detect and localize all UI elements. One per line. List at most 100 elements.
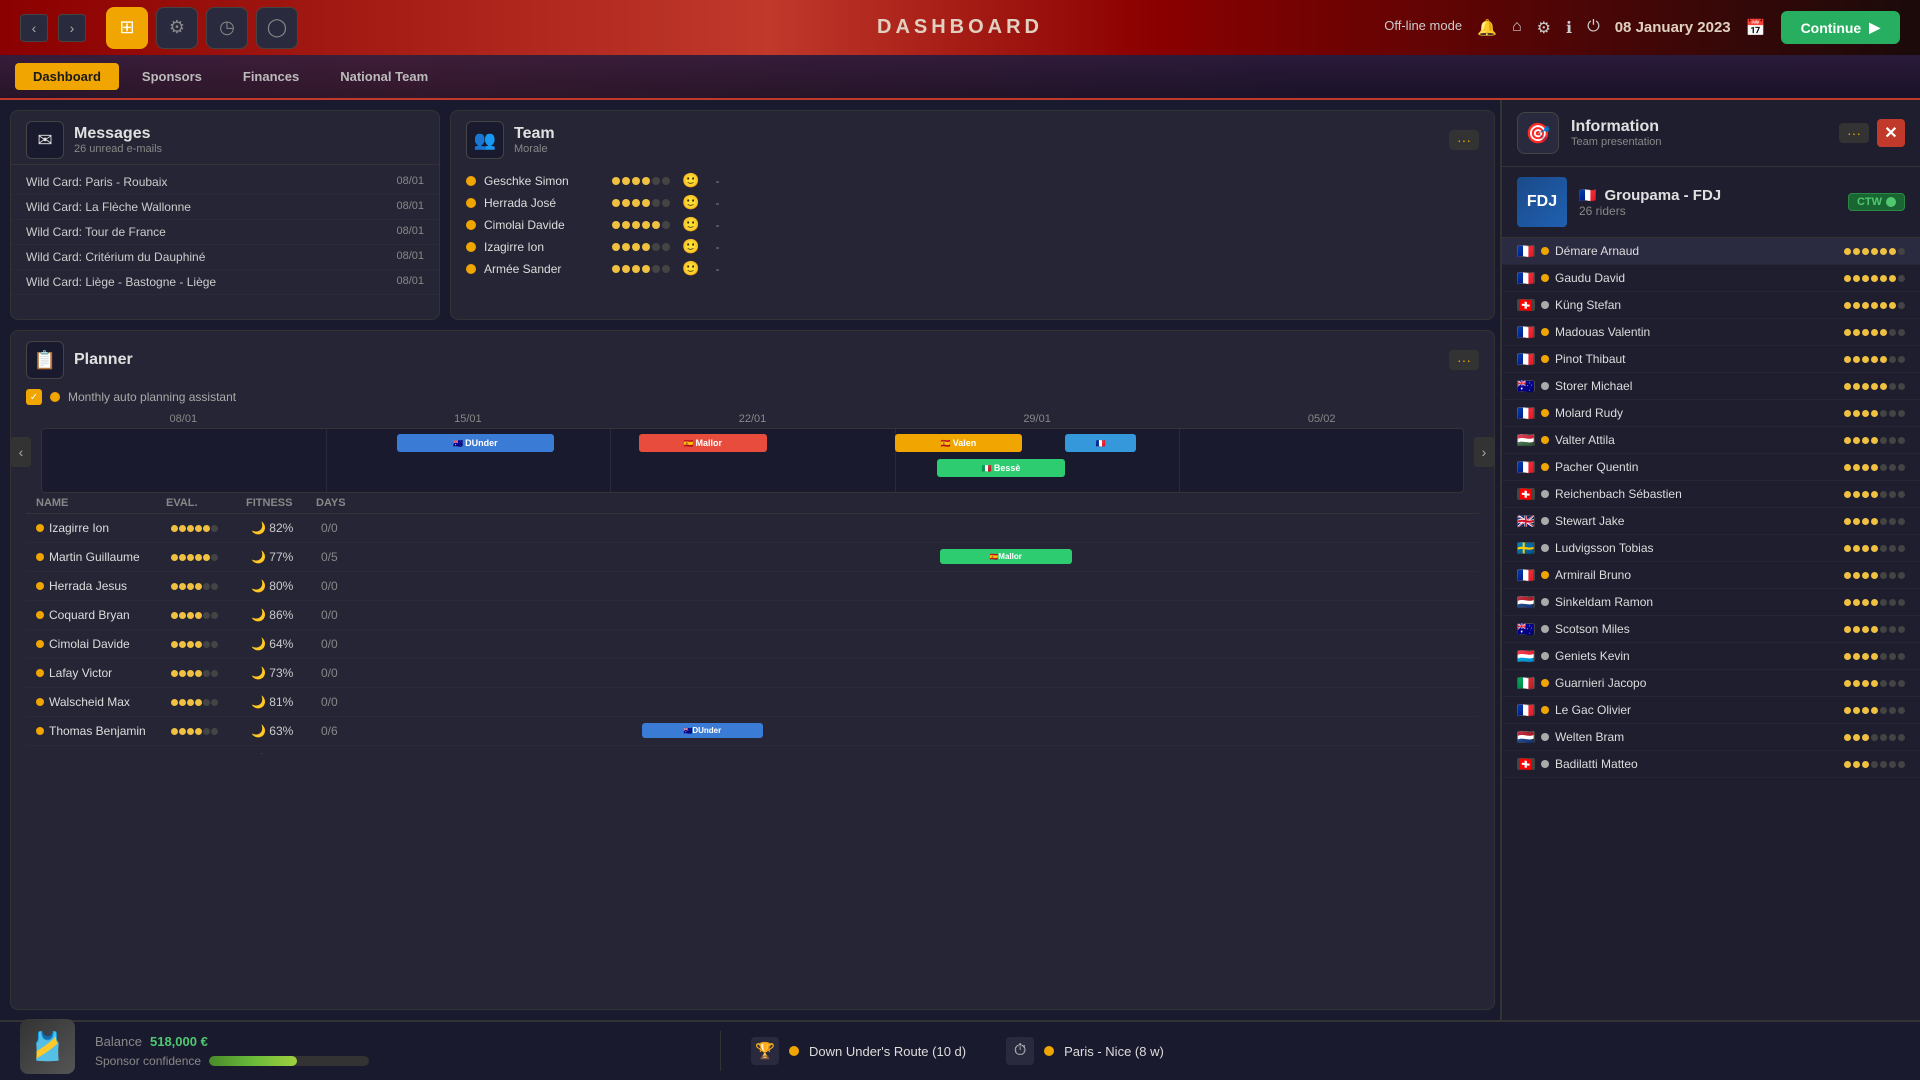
rider-days: 0/0: [321, 521, 366, 535]
morale-value: -: [715, 218, 719, 232]
list-item[interactable]: 🇭🇺 Valter Attila: [1502, 427, 1920, 454]
list-item[interactable]: 🇸🇪 Ludvigsson Tobias: [1502, 535, 1920, 562]
list-item[interactable]: 🇫🇷 Gaudu David: [1502, 265, 1920, 292]
page-title: DASHBOARD: [877, 16, 1043, 39]
list-item[interactable]: 🇨🇭 Küng Stefan: [1502, 292, 1920, 319]
list-item[interactable]: Wild Card: Paris - Roubaix 08/01: [11, 170, 439, 195]
table-row[interactable]: Geschke Simon 🌙 88% 0/0: [26, 746, 1479, 754]
rider-fitness: 🌙 82%: [251, 521, 321, 535]
table-row[interactable]: Thomas Benjamin 🌙 63% 0/6 🇦🇺DUnder: [26, 717, 1479, 746]
bell-icon[interactable]: 🔔: [1477, 18, 1497, 38]
timeline-nav-right[interactable]: ›: [1474, 437, 1494, 467]
nav-icons: ⊞ ⚙ ◷ ◯: [106, 7, 298, 49]
info-icon[interactable]: ℹ: [1566, 18, 1572, 38]
list-item[interactable]: 🇦🇺 Storer Michael: [1502, 373, 1920, 400]
rider-status-dot: [466, 220, 476, 230]
table-row[interactable]: Lafay Victor 🌙 73% 0/0: [26, 659, 1479, 688]
timeline-nav-left[interactable]: ‹: [11, 437, 31, 467]
table-row[interactable]: Izagirre Ion 🌙 82% 0/0: [26, 514, 1479, 543]
flag-icon: 🇮🇹: [1517, 677, 1535, 689]
rider-name: Walscheid Max: [49, 695, 171, 709]
riders-list[interactable]: 🇫🇷 Démare Arnaud 🇫🇷 Gaudu David 🇨🇭 Küng …: [1502, 238, 1920, 1020]
table-row[interactable]: Herrada Jesus 🌙 80% 0/0: [26, 572, 1479, 601]
list-item[interactable]: 🇫🇷 Démare Arnaud: [1502, 238, 1920, 265]
list-item[interactable]: 🇨🇭 Reichenbach Sébastien: [1502, 481, 1920, 508]
race1-text: Down Under's Route (10 d): [809, 1044, 966, 1059]
rider-schedule: [366, 604, 1469, 626]
table-row[interactable]: Cimolai Davide 🌙 64% 0/0: [26, 630, 1479, 659]
race2-text: Paris - Nice (8 w): [1064, 1044, 1164, 1059]
morale-value: -: [715, 262, 719, 276]
rider-eval: [171, 641, 251, 648]
race-info-2[interactable]: ⏱ Paris - Nice (8 w): [1006, 1037, 1164, 1065]
list-item[interactable]: 🇨🇭 Badilatti Matteo: [1502, 751, 1920, 778]
rider-status-dot: [1541, 544, 1549, 552]
table-row[interactable]: Coquard Bryan 🌙 86% 0/0: [26, 601, 1479, 630]
info-more-button[interactable]: ···: [1839, 123, 1869, 143]
race-info-1[interactable]: 🏆 Down Under's Route (10 d): [751, 1037, 966, 1065]
tab-sponsors[interactable]: Sponsors: [124, 63, 220, 90]
rider-days: 0/0: [321, 753, 366, 754]
rider-eval: [171, 699, 251, 706]
home-icon[interactable]: ⌂: [1512, 18, 1522, 38]
continue-button[interactable]: Continue ▶: [1781, 11, 1900, 44]
rider-eval: [171, 554, 251, 561]
flag-icon: 🇨🇭: [1517, 758, 1535, 770]
list-item[interactable]: 🇦🇺 Scotson Miles: [1502, 616, 1920, 643]
list-item[interactable]: 🇳🇱 Sinkeldam Ramon: [1502, 589, 1920, 616]
world-nav-icon[interactable]: ◯: [256, 7, 298, 49]
list-item[interactable]: 🇮🇹 Guarnieri Jacopo: [1502, 670, 1920, 697]
rider-rating: [1844, 383, 1905, 390]
timeline-dates: 08/01 15/01 22/01 29/01 05/02: [41, 410, 1464, 428]
list-item[interactable]: Wild Card: Critérium du Dauphiné 08/01: [11, 245, 439, 270]
dashboard-nav-icon[interactable]: ⊞: [106, 7, 148, 49]
calendar-icon[interactable]: 📅: [1746, 18, 1766, 38]
auto-plan-checkbox[interactable]: ✓: [26, 389, 42, 405]
top-bar: ‹ › ⊞ ⚙ ◷ ◯ DASHBOARD Off-line mode 🔔 ⌂ …: [0, 0, 1920, 55]
planner-more-button[interactable]: ···: [1449, 350, 1479, 370]
list-item[interactable]: Wild Card: Tour de France 08/01: [11, 220, 439, 245]
team-more-button[interactable]: ···: [1449, 130, 1479, 150]
table-row[interactable]: Martin Guillaume 🌙 77% 0/5 🇪🇸Mallor: [26, 543, 1479, 572]
tab-national-team[interactable]: National Team: [322, 63, 446, 90]
planner-scroll[interactable]: Izagirre Ion 🌙 82% 0/0 Martin Guill: [26, 514, 1479, 754]
rider-status-dot: [1541, 436, 1549, 444]
list-item[interactable]: 🇳🇱 Welten Bram: [1502, 724, 1920, 751]
utility-icons: Off-line mode 🔔 ⌂ ⚙ ℹ ⏻: [1384, 18, 1599, 38]
list-item[interactable]: 🇬🇧 Stewart Jake: [1502, 508, 1920, 535]
power-icon[interactable]: ⏻: [1587, 18, 1600, 38]
msg-text: Wild Card: Critérium du Dauphiné: [26, 250, 205, 264]
table-row[interactable]: Walscheid Max 🌙 81% 0/0: [26, 688, 1479, 717]
morale-value: -: [715, 174, 719, 188]
list-item[interactable]: 🇫🇷 Le Gac Olivier: [1502, 697, 1920, 724]
msg-date: 08/01: [396, 175, 424, 189]
forward-arrow[interactable]: ›: [58, 14, 86, 42]
schedule-nav-icon[interactable]: ◷: [206, 7, 248, 49]
rider-name: Cimolai Davide: [49, 637, 171, 651]
settings-icon[interactable]: ⚙: [1537, 18, 1551, 38]
sponsor-progress-fill: [209, 1056, 297, 1066]
msg-text: Wild Card: Paris - Roubaix: [26, 175, 167, 189]
rider-status-dot: [1541, 571, 1549, 579]
ctw-dot: [1886, 197, 1896, 207]
list-item[interactable]: 🇱🇺 Geniets Kevin: [1502, 643, 1920, 670]
team-title-group: Team Morale: [514, 125, 555, 155]
tab-finances[interactable]: Finances: [225, 63, 317, 90]
rider-status-dot: [1541, 490, 1549, 498]
msg-text: Wild Card: Tour de France: [26, 225, 166, 239]
race-active-dot: [789, 1046, 799, 1056]
list-item[interactable]: 🇫🇷 Madouas Valentin: [1502, 319, 1920, 346]
list-item[interactable]: 🇫🇷 Armirail Bruno: [1502, 562, 1920, 589]
balance-label: Balance: [95, 1034, 142, 1049]
list-item[interactable]: Wild Card: La Flèche Wallonne 08/01: [11, 195, 439, 220]
info-close-button[interactable]: ✕: [1877, 119, 1905, 147]
flag-icon: 🇫🇷: [1517, 326, 1535, 338]
back-arrow[interactable]: ‹: [20, 14, 48, 42]
list-item[interactable]: 🇫🇷 Molard Rudy: [1502, 400, 1920, 427]
list-item[interactable]: 🇫🇷 Pacher Quentin: [1502, 454, 1920, 481]
planner-card: 📋 Planner ··· ✓ Monthly auto planning as…: [10, 330, 1495, 1010]
tab-dashboard[interactable]: Dashboard: [15, 63, 119, 90]
list-item[interactable]: 🇫🇷 Pinot Thibaut: [1502, 346, 1920, 373]
tactics-nav-icon[interactable]: ⚙: [156, 7, 198, 49]
list-item[interactable]: Wild Card: Liège - Bastogne - Liège 08/0…: [11, 270, 439, 295]
